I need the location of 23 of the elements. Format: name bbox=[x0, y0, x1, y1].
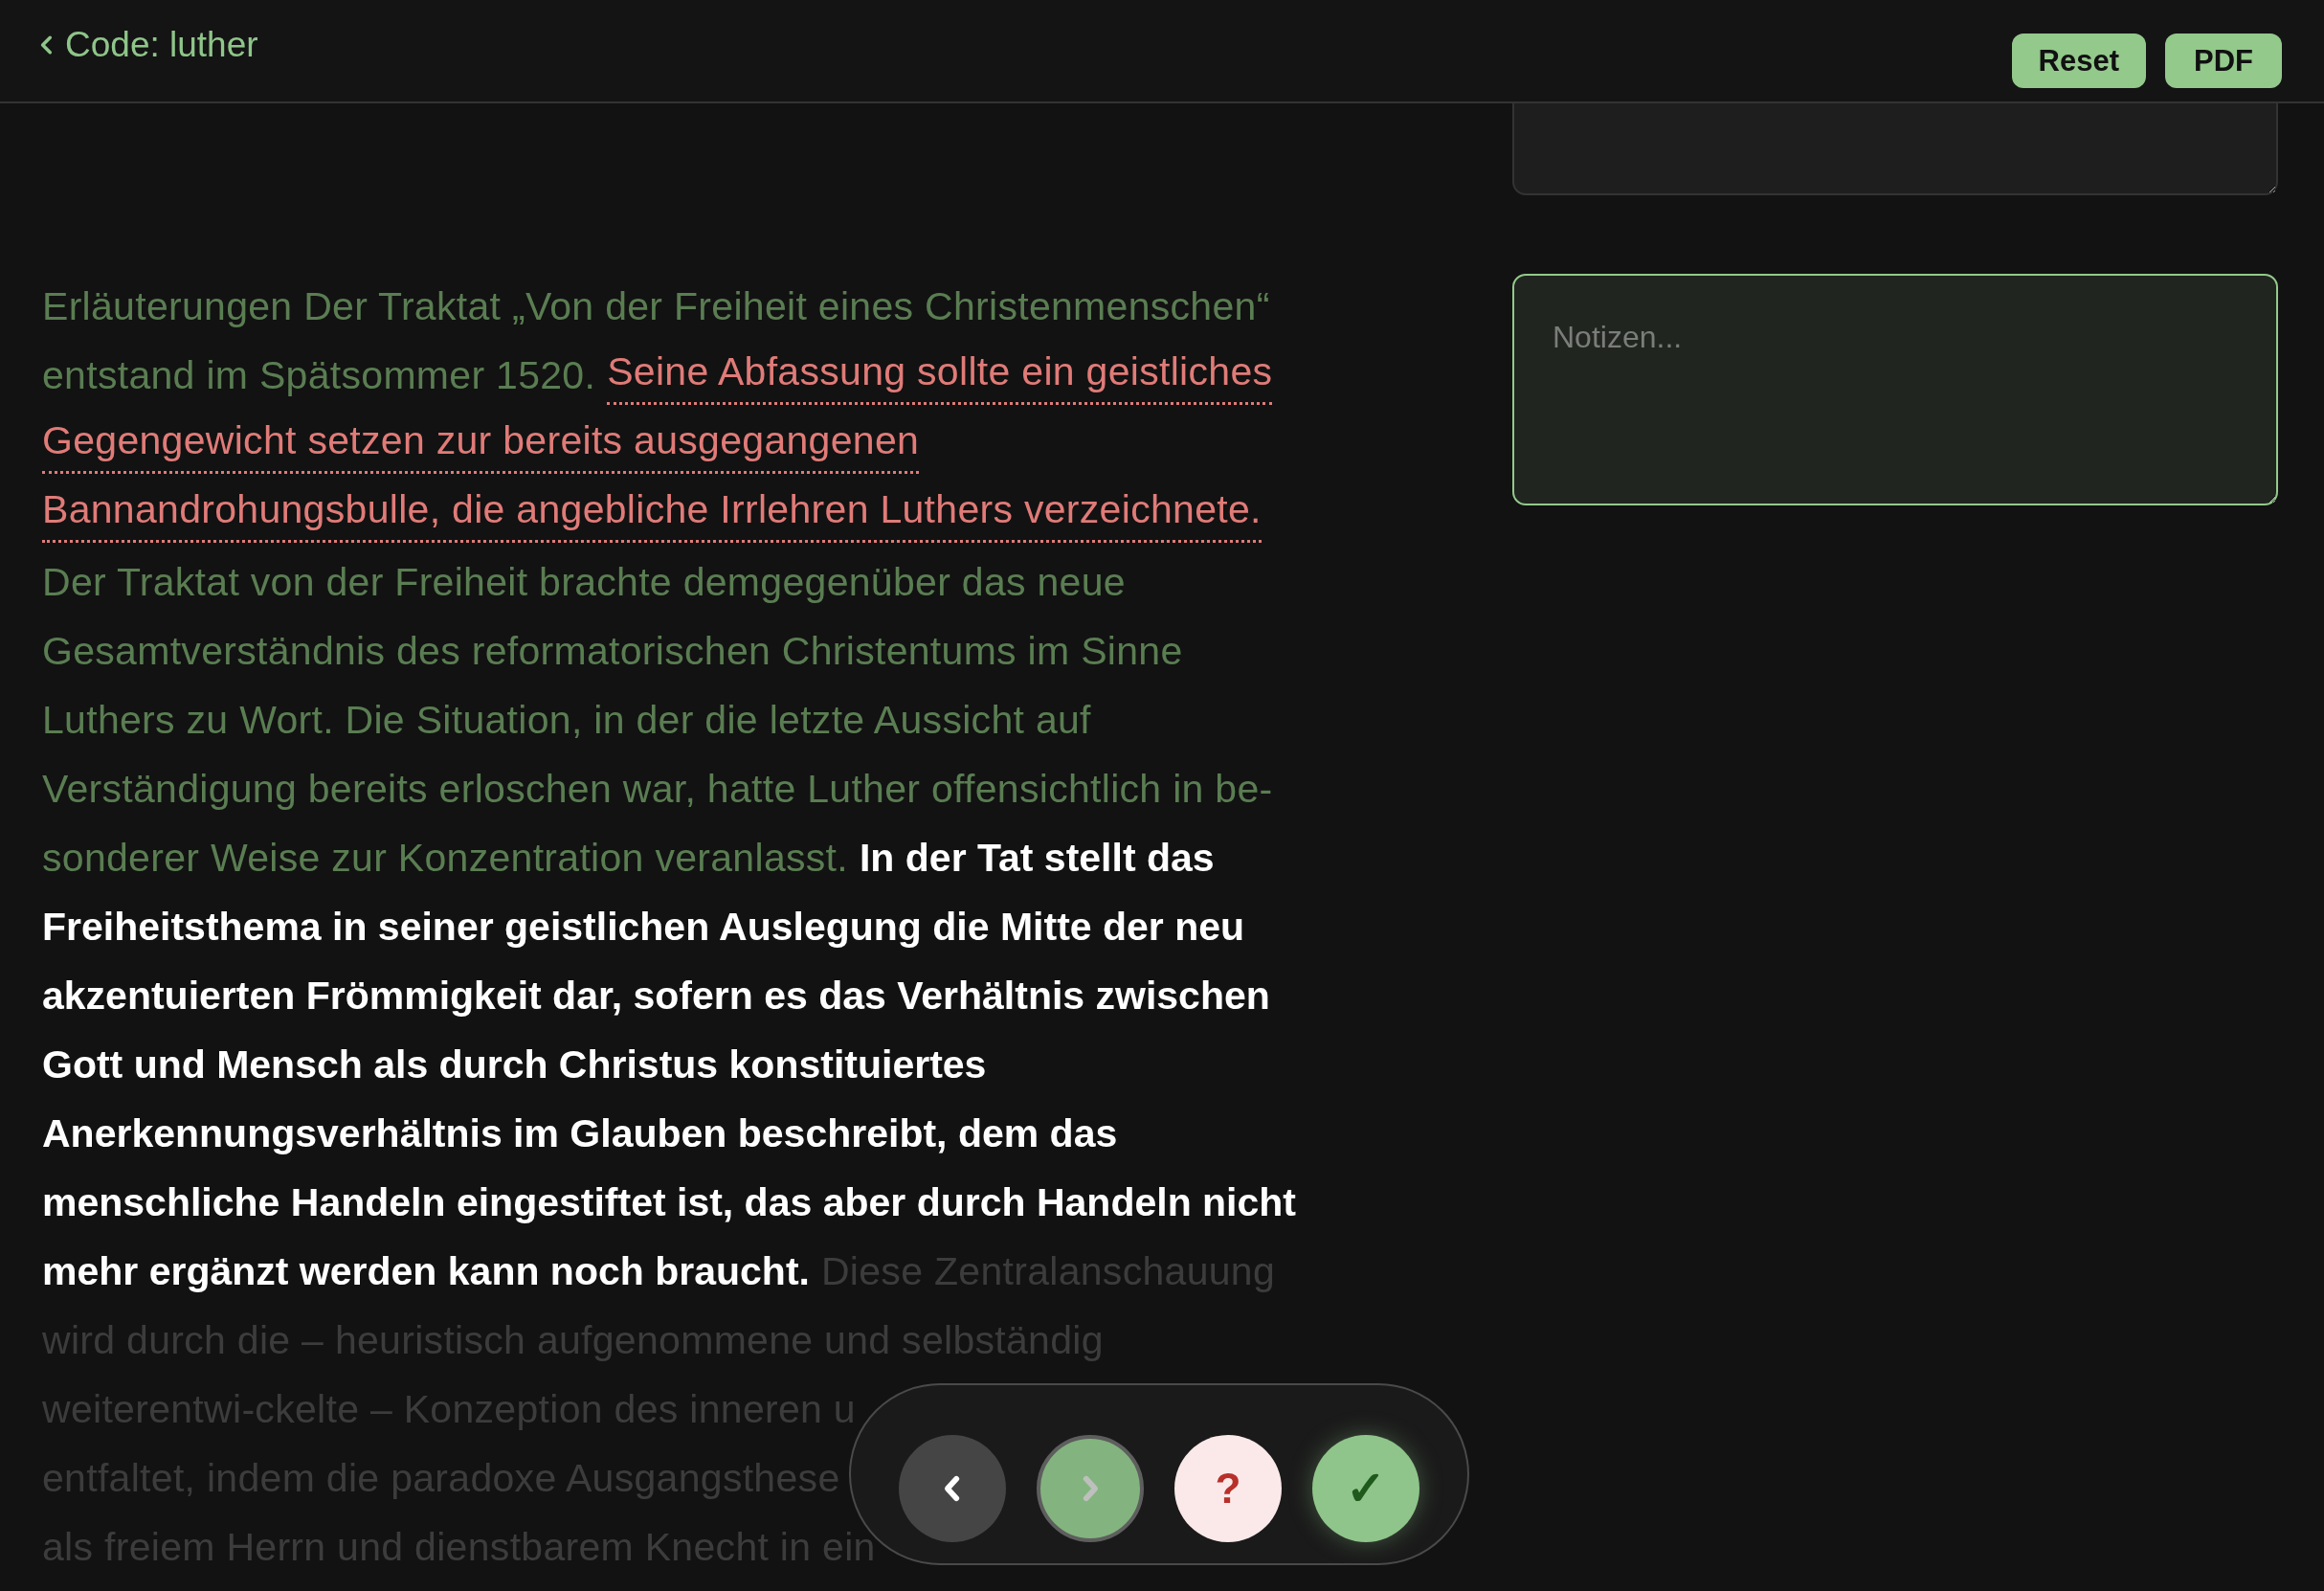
notes-field[interactable]: Notizen... bbox=[1512, 274, 2278, 505]
read-text: Der Traktat von der Freiheit brachte demgegenüber das neue bbox=[42, 559, 1126, 606]
read-text: entstand im Spätsommer 1520. bbox=[42, 352, 596, 399]
current-text: Freiheitsthema in seiner geistlichen Auslegung die Mitte der neu bbox=[42, 904, 1245, 951]
current-text: In der Tat stellt das bbox=[859, 835, 1215, 882]
read-text: Luthers zu Wort. Die Situation, in der die letzte Aussicht auf bbox=[42, 697, 1091, 744]
flagged-text: Seine Abfassung sollte ein geistliches bbox=[607, 343, 1273, 405]
header-button[interactable]: Reset bbox=[2011, 34, 2146, 88]
flagged-text: Gegengewicht setzen zur bereits ausgegangenen bbox=[42, 412, 920, 474]
read-text: Verständigung bereits erloschen war, hatte Luther offensichtlich in be- bbox=[42, 766, 1273, 813]
read-text: Erläuterungen Der Traktat „Von der Freiheit eines Christenmenschen“ bbox=[42, 283, 1270, 330]
read-text: sonderer Weise zur Konzentration veranlasst. bbox=[42, 835, 848, 882]
header-button[interactable]: PDF bbox=[2165, 34, 2282, 88]
back-link[interactable]: Code: luther bbox=[36, 25, 258, 65]
confirm-button[interactable]: ✓ bbox=[1312, 1435, 1419, 1542]
current-text: Gott und Mensch als durch Christus konstituiertes bbox=[42, 1042, 987, 1088]
current-text: Anerkennungsverhältnis im Glauben beschreibt, dem das bbox=[42, 1110, 1118, 1157]
current-text: akzentuierten Frömmigkeit dar, sofern es das Verhältnis zwischen bbox=[42, 973, 1270, 1020]
help-button[interactable]: ? bbox=[1174, 1435, 1282, 1542]
current-text: menschliche Handeln eingestiftet ist, das aber durch Handeln nicht bbox=[42, 1179, 1296, 1226]
flagged-text: Bannandrohungsbulle, die angebliche Irrlehren Luthers verzeichnete. bbox=[42, 481, 1262, 543]
read-text: Gesamtverständnis des reformatorischen Christentums im Sinne bbox=[42, 628, 1183, 675]
current-text: mehr ergänzt werden kann noch braucht. bbox=[42, 1248, 810, 1295]
